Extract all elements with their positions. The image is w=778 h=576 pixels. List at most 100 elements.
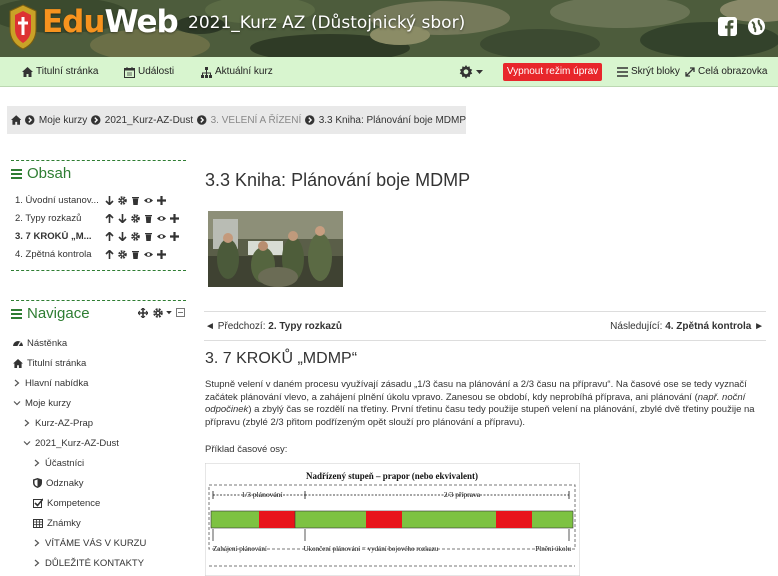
breadcrumb-home-icon[interactable] [11, 115, 22, 125]
toolbar-events-link[interactable]: Události [124, 57, 174, 87]
nav-item-course-dust[interactable]: 2021_Kurz-AZ-Dust [23, 435, 119, 451]
divider [204, 340, 766, 341]
next-page-link[interactable]: Následující: 4. Zpětná kontrola ► [610, 321, 764, 332]
gear-icon[interactable] [153, 308, 163, 318]
toolbar-hide-blocks-label: Skrýt bloky [631, 66, 680, 77]
example-label: Příklad časové osy: [205, 444, 288, 455]
timeline-start-label: Zahájení plánování [213, 545, 267, 553]
nav-item-label: DŮLEŽITÉ KONTAKTY [45, 557, 145, 569]
prev-target: 2. Typy rozkazů [268, 321, 343, 332]
minimize-icon[interactable] [176, 308, 185, 317]
site-title: 2021_Kurz AZ (Důstojnický sbor) [188, 13, 466, 33]
top-toolbar: Titulní stránka Události Aktuální kurz S… [0, 57, 778, 87]
eye-icon[interactable] [144, 196, 153, 205]
eye-icon[interactable] [144, 250, 153, 259]
plus-icon[interactable] [157, 249, 166, 259]
nav-item-welcome[interactable]: VÍTÁME VÁS V KURZU [33, 535, 146, 551]
plus-icon[interactable] [157, 195, 166, 205]
home-icon [13, 358, 23, 368]
nav-item-grades[interactable]: Známky [33, 515, 81, 531]
arrow-down-icon[interactable] [118, 231, 127, 241]
chevron-right-icon [25, 115, 35, 125]
home-icon [22, 67, 33, 77]
nav-item-main-menu[interactable]: Hlavní nabídka [13, 375, 88, 391]
toolbar-fullscreen[interactable]: Celá obrazovka [685, 57, 767, 87]
toc-item-label[interactable]: 2. Typy rozkazů [15, 213, 105, 224]
nav-item-label: Titulní stránka [27, 357, 87, 369]
nav-item-label: Kurz-AZ-Prap [35, 417, 94, 429]
toolbar-fullscreen-label: Celá obrazovka [698, 66, 768, 77]
page: EduWeb 2021_Kurz AZ (Důstojnický sbor) T… [0, 0, 778, 576]
toc-item-label[interactable]: 4. Zpětná kontrola [15, 249, 105, 260]
facebook-icon[interactable] [718, 17, 737, 36]
breadcrumb-section[interactable]: 3. VELENÍ A ŘÍZENÍ [211, 115, 302, 126]
timeline-rest-segment [259, 511, 295, 528]
toc-item[interactable]: 4. Zpětná kontrola [15, 245, 166, 263]
para-text-2: ) a zbylý čas se rozdělí na třetiny. Prv… [205, 404, 755, 428]
toc-item[interactable]: 2. Typy rozkazů [15, 209, 179, 227]
toc-item-active[interactable]: 3. 7 KROKŮ „M... [15, 227, 179, 245]
toolbar-hide-blocks[interactable]: Skrýt bloky [617, 57, 680, 87]
arrow-up-icon[interactable] [105, 249, 114, 259]
toolbar-current-course-label: Aktuální kurz [215, 66, 273, 77]
eye-icon[interactable] [157, 214, 166, 223]
list-icon [617, 67, 628, 77]
toolbar-current-course-link[interactable]: Aktuální kurz [201, 57, 273, 87]
prev-arrow-icon: ◄ [205, 321, 218, 332]
nav-item-contacts[interactable]: DŮLEŽITÉ KONTAKTY [33, 555, 144, 571]
nav-item-badges[interactable]: Odznaky [33, 475, 84, 491]
move-icon[interactable] [138, 308, 148, 318]
edit-mode-off-button[interactable]: Vypnout režim úprav [503, 63, 602, 81]
timeline-bar [210, 510, 574, 529]
nav-item-dashboard[interactable]: Nástěnka [13, 335, 67, 351]
chevron-down-icon [23, 441, 31, 446]
arrow-up-icon[interactable] [105, 213, 114, 223]
eduweb-logo[interactable]: EduWeb [42, 4, 179, 40]
timeline-execution-label: Plnění úkolu [535, 545, 571, 553]
dashboard-icon [13, 341, 23, 347]
timeline-planning-label: 1/3 plánování [241, 490, 282, 499]
trash-icon[interactable] [131, 250, 140, 259]
arrow-down-icon[interactable] [118, 213, 127, 223]
gear-icon[interactable] [118, 249, 127, 259]
nav-item-participants[interactable]: Účastníci [33, 455, 84, 471]
breadcrumb-current: 3.3 Kniha: Plánování boje MDMP [318, 114, 467, 126]
plus-icon[interactable] [170, 213, 179, 223]
caret-down-icon[interactable] [166, 311, 172, 315]
nav-item-competencies[interactable]: Kompetence [33, 495, 100, 511]
toolbar-home-link[interactable]: Titulní stránka [22, 57, 98, 87]
arrow-down-icon[interactable] [105, 195, 114, 205]
settings-menu[interactable] [459, 57, 483, 87]
breadcrumb-course[interactable]: 2021_Kurz-AZ-Dust [105, 115, 193, 126]
gear-icon [459, 65, 473, 79]
gear-icon[interactable] [131, 213, 140, 223]
nav-item-label: Kompetence [47, 497, 101, 509]
toc-block-bottom-divider [11, 270, 186, 271]
globe-icon[interactable] [747, 17, 766, 36]
eye-icon[interactable] [157, 232, 166, 241]
chevron-right-icon [34, 539, 40, 547]
previous-page-link[interactable]: ◄ Předchozí: 2. Typy rozkazů [205, 321, 342, 332]
nav-item-course-prap[interactable]: Kurz-AZ-Prap [23, 415, 93, 431]
nav-item-label: Nástěnka [27, 337, 68, 349]
arrow-up-icon[interactable] [105, 231, 114, 241]
trash-icon[interactable] [144, 214, 153, 223]
plus-icon[interactable] [170, 231, 179, 241]
soldiers-briefing-photo [208, 211, 343, 287]
trash-icon[interactable] [131, 196, 140, 205]
para-text-1: Stupně velení v daném procesu využívají … [205, 379, 747, 403]
timeline-end-planning-label: Ukončení plánování = vydání bojového roz… [304, 545, 439, 553]
gear-icon[interactable] [118, 195, 127, 205]
prev-label: Předchozí: [217, 321, 266, 332]
toc-item-label[interactable]: 1. Úvodní ustanov... [15, 195, 105, 206]
timeline-prep-label: 2/3 příprava [444, 490, 481, 499]
toc-item-label[interactable]: 3. 7 KROKŮ „M... [15, 231, 105, 242]
breadcrumb-my-courses[interactable]: Moje kurzy [39, 115, 87, 126]
trash-icon[interactable] [144, 232, 153, 241]
table-icon [33, 518, 43, 528]
nav-item-my-courses[interactable]: Moje kurzy [13, 395, 71, 411]
gear-icon[interactable] [131, 231, 140, 241]
toc-item[interactable]: 1. Úvodní ustanov... [15, 191, 166, 209]
toolbar-events-label: Události [138, 66, 175, 77]
nav-item-home[interactable]: Titulní stránka [13, 355, 86, 371]
